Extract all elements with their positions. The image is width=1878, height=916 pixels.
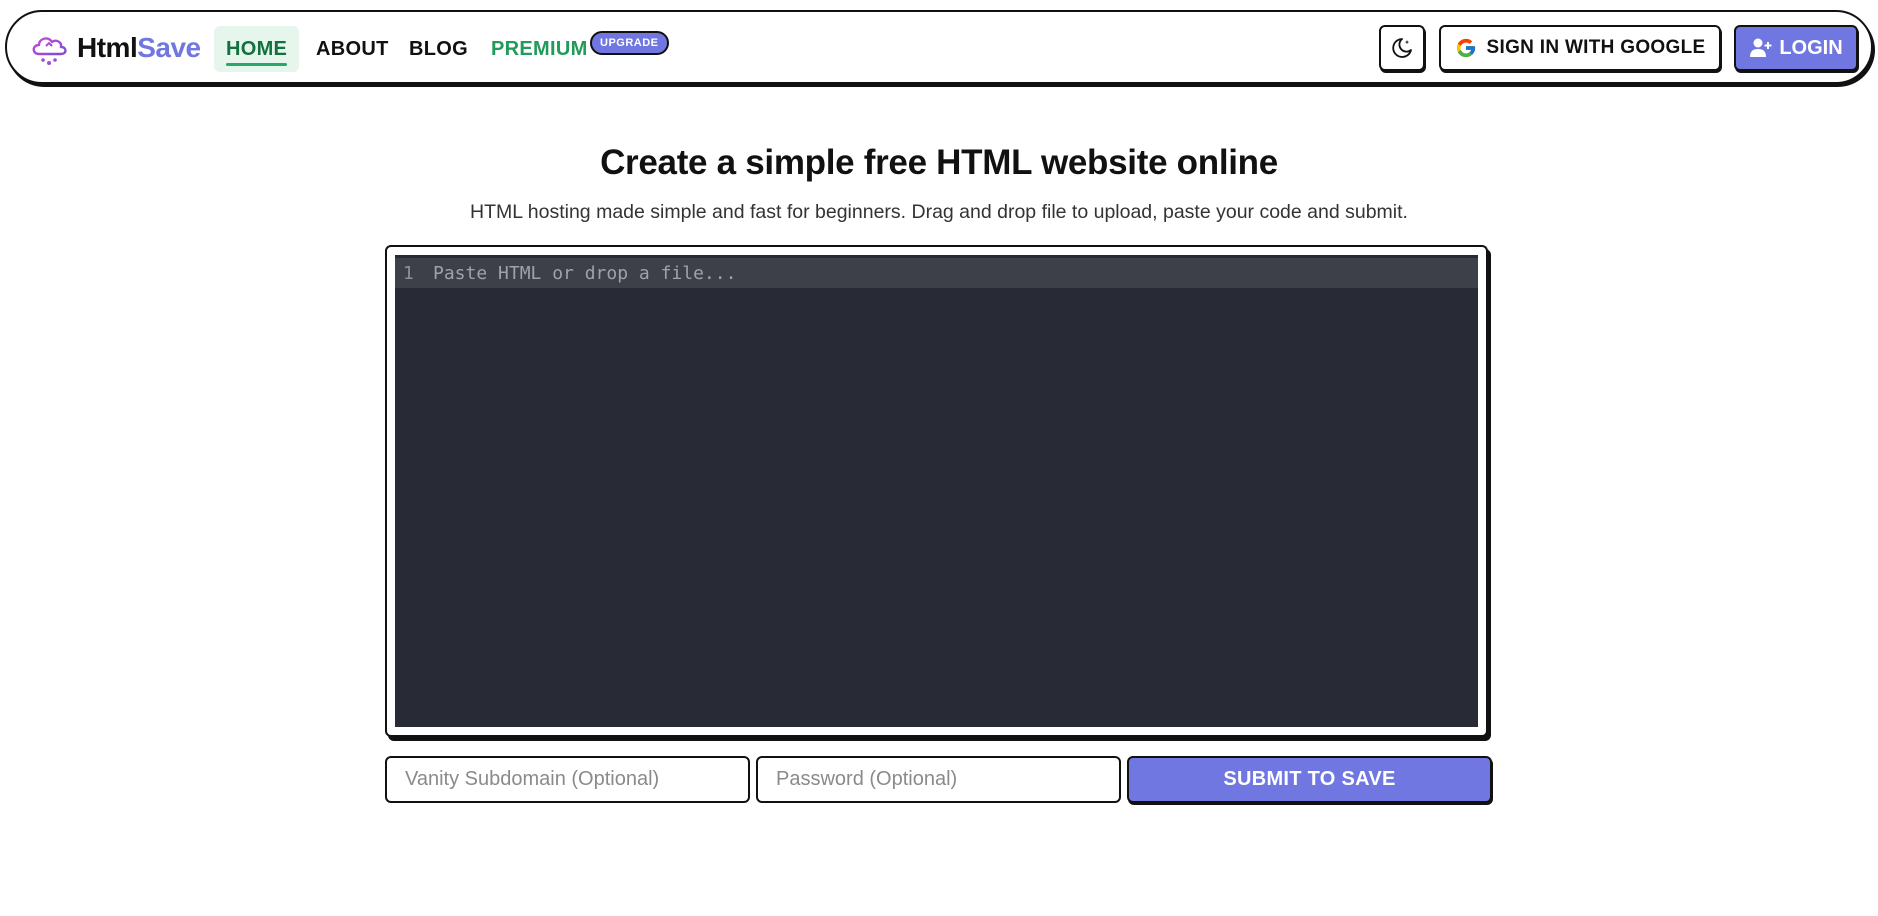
- nav-home-label: HOME: [226, 37, 288, 60]
- page-subtitle: HTML hosting made simple and fast for be…: [470, 201, 1408, 223]
- top-navbar: HtmlSave HOME ABOUT BLOG PREMIUM UPGRADE…: [5, 10, 1873, 84]
- editor-active-line[interactable]: 1 Paste HTML or drop a file...: [395, 258, 1478, 288]
- line-number: 1: [403, 262, 414, 284]
- user-plus-icon: [1750, 38, 1772, 57]
- editor-placeholder: Paste HTML or drop a file...: [433, 262, 737, 284]
- google-icon: [1456, 38, 1475, 58]
- login-button[interactable]: LOGIN: [1734, 25, 1858, 71]
- code-editor-frame: 1 Paste HTML or drop a file...: [385, 245, 1488, 737]
- nav-about-link[interactable]: ABOUT: [304, 26, 401, 72]
- active-underline: [226, 63, 288, 66]
- moon-icon: [1392, 38, 1412, 58]
- nav-home-link[interactable]: HOME: [214, 26, 300, 72]
- code-editor[interactable]: 1 Paste HTML or drop a file...: [395, 255, 1478, 727]
- logo-text: HtmlSave: [77, 32, 201, 63]
- google-signin-button[interactable]: SIGN IN WITH GOOGLE: [1439, 25, 1721, 71]
- page-title: Create a simple free HTML website online: [600, 143, 1278, 182]
- cloud-logo-icon: [32, 37, 67, 65]
- google-signin-label: SIGN IN WITH GOOGLE: [1486, 37, 1706, 58]
- nav-blog-link[interactable]: BLOG: [397, 26, 480, 72]
- nav-premium-link[interactable]: PREMIUM: [479, 26, 600, 72]
- vanity-subdomain-input[interactable]: [385, 756, 750, 803]
- login-label: LOGIN: [1779, 36, 1843, 59]
- password-input[interactable]: [756, 756, 1121, 803]
- theme-toggle-button[interactable]: [1379, 25, 1425, 71]
- upgrade-badge[interactable]: UPGRADE: [590, 31, 669, 55]
- logo[interactable]: HtmlSave: [29, 30, 201, 66]
- submit-button[interactable]: SUBMIT TO SAVE: [1127, 756, 1492, 803]
